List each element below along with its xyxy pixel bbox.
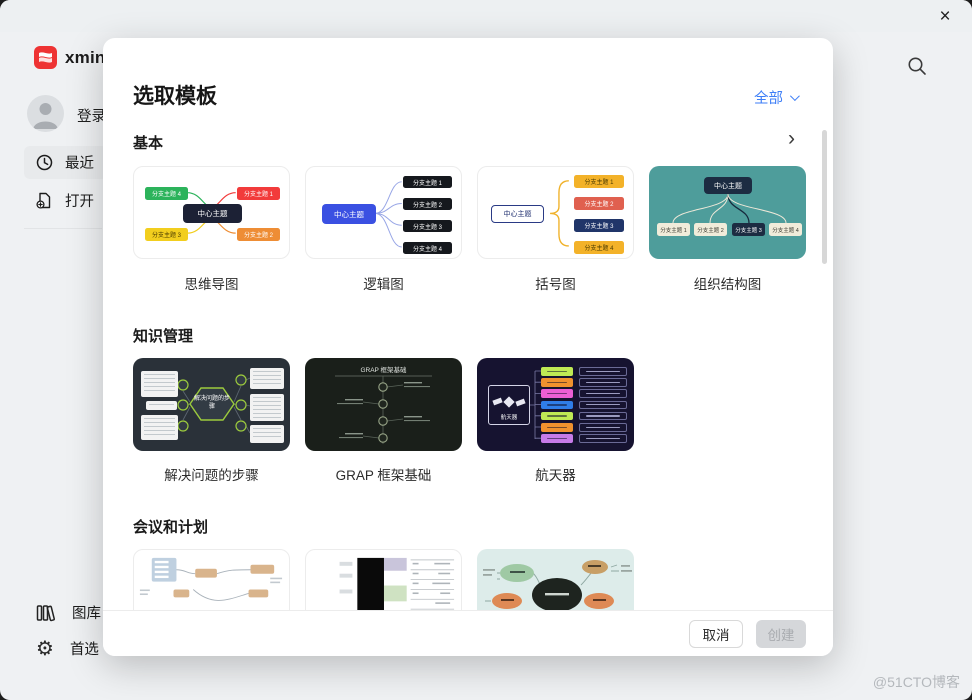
person-icon xyxy=(27,95,64,132)
close-icon: × xyxy=(939,6,950,28)
branch-node: 分支主题 3 xyxy=(403,220,452,232)
topic-chip xyxy=(541,423,573,432)
desc-box xyxy=(579,412,627,421)
spacecraft-node: 航天器 xyxy=(488,385,530,425)
branch-node: 分支主题 1 xyxy=(237,187,280,200)
chevron-down-icon xyxy=(790,91,800,101)
topic-chip xyxy=(541,378,573,387)
template-card-grap[interactable]: GRAP 框架基础 xyxy=(305,358,462,451)
topic-chip xyxy=(541,367,573,376)
sidebar-divider xyxy=(24,228,102,229)
template-label: 组织结构图 xyxy=(649,273,806,293)
branch-node: 分支主题 3 xyxy=(145,228,188,241)
branch-node: 分支主题 3 xyxy=(574,219,624,232)
template-label: GRAP 框架基础 xyxy=(305,464,462,484)
branch-node: 分支主题 4 xyxy=(403,242,452,254)
template-label: 逻辑图 xyxy=(305,273,462,293)
login-label[interactable]: 登录 xyxy=(77,105,106,126)
note-box xyxy=(141,371,178,397)
branch-node: 分支主题 4 xyxy=(145,187,188,200)
branch-node: 分支主题 3 xyxy=(732,223,765,236)
center-node-label: 解决问题的步骤 xyxy=(193,396,231,412)
section-heading-knowledge: 知识管理 xyxy=(133,325,193,346)
xmind-logo-icon xyxy=(34,46,57,69)
center-node: 中心主题 xyxy=(322,204,376,224)
scrollbar-thumb[interactable] xyxy=(822,130,827,264)
spacecraft-label: 航天器 xyxy=(489,413,529,421)
template-picker-dialog: 选取模板 全部 基本 › 分支主题 4 分支主题 1 分支主题 3 xyxy=(103,38,833,656)
branch-node: 分支主题 1 xyxy=(403,176,452,188)
center-node: 中心主题 xyxy=(704,177,752,194)
sidebar-item-label: 打开 xyxy=(65,190,94,211)
center-node: 中心主题 xyxy=(491,205,544,223)
window-close-button[interactable]: × xyxy=(932,4,958,30)
dialog-title: 选取模板 xyxy=(133,80,217,110)
cancel-button[interactable]: 取消 xyxy=(689,620,743,648)
create-button[interactable]: 创建 xyxy=(756,620,806,648)
desc-box xyxy=(579,434,627,443)
branch-node: 分支主题 4 xyxy=(769,223,802,236)
desc-box xyxy=(579,401,627,410)
sidebar-item-label: 图库 xyxy=(72,602,101,623)
desc-box xyxy=(579,423,627,432)
topic-chip xyxy=(541,412,573,421)
open-file-icon xyxy=(36,192,53,209)
note-box xyxy=(146,401,177,410)
sidebar-item-recent[interactable]: 最近 xyxy=(24,146,108,179)
center-node: 中心主题 xyxy=(183,204,242,223)
branch-node: 分支主题 1 xyxy=(657,223,690,236)
template-card-spacecraft[interactable]: 航天器 xyxy=(477,358,634,451)
sidebar-item-open[interactable]: 打开 xyxy=(24,184,108,217)
template-label: 解决问题的步骤 xyxy=(133,464,290,484)
desc-box xyxy=(579,378,627,387)
clock-icon xyxy=(36,154,53,171)
template-card-bracket[interactable]: 中心主题 分支主题 1 分支主题 2 分支主题 3 分支主题 4 xyxy=(477,166,634,259)
sidebar-item-label: 最近 xyxy=(65,152,94,173)
branch-node: 分支主题 2 xyxy=(403,198,452,210)
topic-chip xyxy=(541,434,573,443)
section-heading-basic: 基本 xyxy=(133,132,163,153)
section-heading-meeting: 会议和计划 xyxy=(133,516,208,537)
library-icon xyxy=(36,604,56,622)
dialog-footer: 取消 创建 xyxy=(103,610,833,656)
template-card-logic[interactable]: 中心主题 分支主题 1 分支主题 2 分支主题 3 分支主题 4 xyxy=(305,166,462,259)
template-card-mindmap[interactable]: 分支主题 4 分支主题 1 分支主题 3 分支主题 2 中心主题 xyxy=(133,166,290,259)
window-titlebar xyxy=(0,0,972,32)
topic-chip xyxy=(541,401,573,410)
desc-box xyxy=(579,367,627,376)
grap-wires xyxy=(305,358,462,451)
gear-icon: ⚙ xyxy=(36,639,54,659)
screen: × xmind 登录 最近 打开 图库 ⚙ xyxy=(0,0,972,700)
note-box xyxy=(250,394,284,421)
desc-box xyxy=(579,389,627,398)
chevron-right-icon: › xyxy=(788,127,795,150)
branch-node: 分支主题 4 xyxy=(574,241,624,254)
sidebar-item-gallery[interactable]: 图库 xyxy=(36,602,101,623)
sidebar-item-preferences[interactable]: ⚙ 首选 xyxy=(36,638,99,659)
note-box xyxy=(250,368,284,389)
search-button[interactable] xyxy=(906,55,928,77)
template-label: 航天器 xyxy=(477,464,634,484)
branch-node: 分支主题 2 xyxy=(694,223,727,236)
branch-node: 分支主题 2 xyxy=(237,228,280,241)
search-icon xyxy=(906,55,928,77)
note-box xyxy=(141,415,178,440)
sidebar-item-label: 首选 xyxy=(70,638,99,659)
template-label: 括号图 xyxy=(477,273,634,293)
watermark: @51CTO博客 xyxy=(873,672,960,692)
satellite-icon xyxy=(489,389,529,415)
template-card-problem-steps[interactable]: 解决问题的步骤 xyxy=(133,358,290,451)
template-card-orgchart[interactable]: 中心主题 分支主题 1 分支主题 2 分支主题 3 分支主题 4 xyxy=(649,166,806,259)
branch-node: 分支主题 2 xyxy=(574,197,624,210)
section-more-button[interactable]: › xyxy=(788,128,795,149)
filter-label: 全部 xyxy=(754,87,783,108)
topic-chip xyxy=(541,389,573,398)
app-window: × xmind 登录 最近 打开 图库 ⚙ xyxy=(0,0,972,700)
avatar[interactable] xyxy=(27,95,64,132)
template-label: 思维导图 xyxy=(133,273,290,293)
note-box xyxy=(250,425,284,443)
branch-node: 分支主题 1 xyxy=(574,175,624,188)
filter-dropdown[interactable]: 全部 xyxy=(754,87,797,108)
